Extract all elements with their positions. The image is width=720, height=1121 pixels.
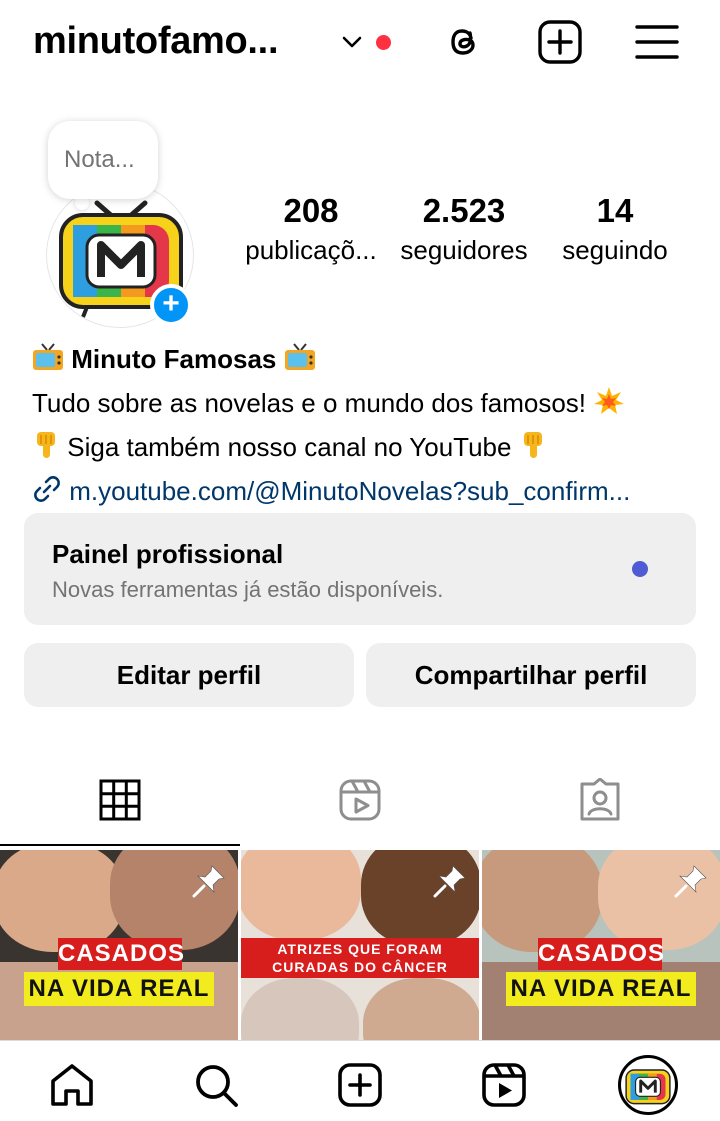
stat-count: 2.523 bbox=[422, 192, 506, 229]
bio-text: Tudo sobre as novelas e o mundo dos famo… bbox=[32, 388, 587, 418]
bio-line-2: Siga também nosso canal no YouTube bbox=[32, 427, 692, 471]
post-caption-top: CASADOS bbox=[538, 938, 664, 970]
reels-icon bbox=[339, 779, 381, 821]
pointing-down-icon bbox=[32, 430, 60, 471]
threads-icon[interactable] bbox=[440, 19, 486, 65]
tagged-icon bbox=[580, 778, 620, 821]
post-caption-line: CURADAS DO CÂNCER bbox=[272, 959, 448, 975]
create-icon[interactable] bbox=[336, 1061, 384, 1109]
stat-label: publicaçõ... bbox=[245, 235, 377, 265]
chevron-down-icon[interactable] bbox=[340, 32, 364, 52]
share-profile-button[interactable]: Compartilhar perfil bbox=[366, 643, 696, 707]
link-icon bbox=[32, 474, 62, 515]
bio-name-row: Minuto Famosas bbox=[32, 339, 692, 383]
top-bar: minutofamo... bbox=[0, 0, 720, 90]
stat-posts[interactable]: 208 publicaçõ... bbox=[240, 192, 382, 268]
post-thumbnail[interactable]: CASADOS NA VIDA REAL bbox=[482, 850, 720, 1040]
stat-label: seguindo bbox=[562, 235, 668, 265]
bio-link[interactable]: m.youtube.com/@MinutoNovelas?sub_confirm… bbox=[32, 471, 692, 515]
notification-dot bbox=[376, 35, 391, 50]
tab-tagged[interactable] bbox=[480, 770, 720, 846]
stat-count: 208 bbox=[283, 192, 339, 229]
note-bubble[interactable]: Nota... bbox=[48, 121, 158, 199]
add-story-badge[interactable]: + bbox=[150, 284, 192, 326]
post-thumbnail[interactable]: CASADOS NA VIDA REAL bbox=[0, 850, 238, 1040]
stat-count: 14 bbox=[596, 192, 634, 229]
bio-line-1: Tudo sobre as novelas e o mundo dos famo… bbox=[32, 383, 692, 427]
tab-reels[interactable] bbox=[240, 770, 480, 846]
stat-following[interactable]: 14 seguindo bbox=[556, 192, 674, 268]
tv-icon bbox=[32, 342, 64, 383]
dashboard-unread-dot bbox=[632, 561, 648, 577]
tv-logo-icon bbox=[625, 1069, 671, 1105]
profile-bio: Minuto Famosas Tudo sobre as novelas e o… bbox=[32, 339, 692, 515]
home-icon[interactable] bbox=[48, 1061, 96, 1109]
create-post-icon[interactable] bbox=[537, 19, 583, 65]
bio-link-text[interactable]: m.youtube.com/@MinutoNovelas?sub_confirm… bbox=[69, 476, 630, 506]
note-text: Nota... bbox=[64, 146, 135, 173]
professional-dashboard[interactable]: Painel profissional Novas ferramentas já… bbox=[24, 513, 696, 625]
post-caption-top: CASADOS bbox=[58, 938, 184, 970]
bio-text: Siga também nosso canal no YouTube bbox=[67, 432, 512, 462]
profile-avatar[interactable] bbox=[618, 1055, 678, 1115]
grid-icon bbox=[99, 779, 141, 821]
pin-icon bbox=[674, 865, 707, 898]
menu-icon[interactable] bbox=[634, 19, 680, 65]
post-thumbnail[interactable]: ATRIZES QUE FORAM CURADAS DO CÂNCER bbox=[241, 850, 479, 1040]
profile-username[interactable]: minutofamo... bbox=[33, 20, 279, 63]
collision-icon bbox=[593, 386, 625, 427]
stat-label: seguidores bbox=[400, 235, 528, 265]
post-caption-bottom: NA VIDA REAL bbox=[24, 972, 214, 1006]
pin-icon bbox=[192, 865, 225, 898]
post-caption-bottom: NA VIDA REAL bbox=[506, 972, 696, 1006]
reels-icon[interactable] bbox=[480, 1061, 528, 1109]
posts-grid: CASADOS NA VIDA REAL ATRIZES QUE FORAM C… bbox=[0, 850, 720, 1040]
post-caption: ATRIZES QUE FORAM CURADAS DO CÂNCER bbox=[241, 938, 479, 978]
pin-icon bbox=[433, 865, 466, 898]
dashboard-title: Painel profissional bbox=[52, 539, 284, 569]
dashboard-subtitle: Novas ferramentas já estão disponíveis. bbox=[52, 577, 444, 602]
tab-posts[interactable] bbox=[0, 770, 240, 846]
search-icon[interactable] bbox=[192, 1061, 240, 1109]
pointing-down-icon bbox=[519, 430, 547, 471]
post-caption-line: ATRIZES QUE FORAM bbox=[277, 941, 443, 957]
bio-display-name: Minuto Famosas bbox=[71, 344, 277, 374]
tv-icon bbox=[284, 342, 316, 383]
edit-profile-button[interactable]: Editar perfil bbox=[24, 643, 354, 707]
stat-followers[interactable]: 2.523 seguidores bbox=[394, 192, 534, 268]
bottom-navigation bbox=[0, 1040, 720, 1121]
